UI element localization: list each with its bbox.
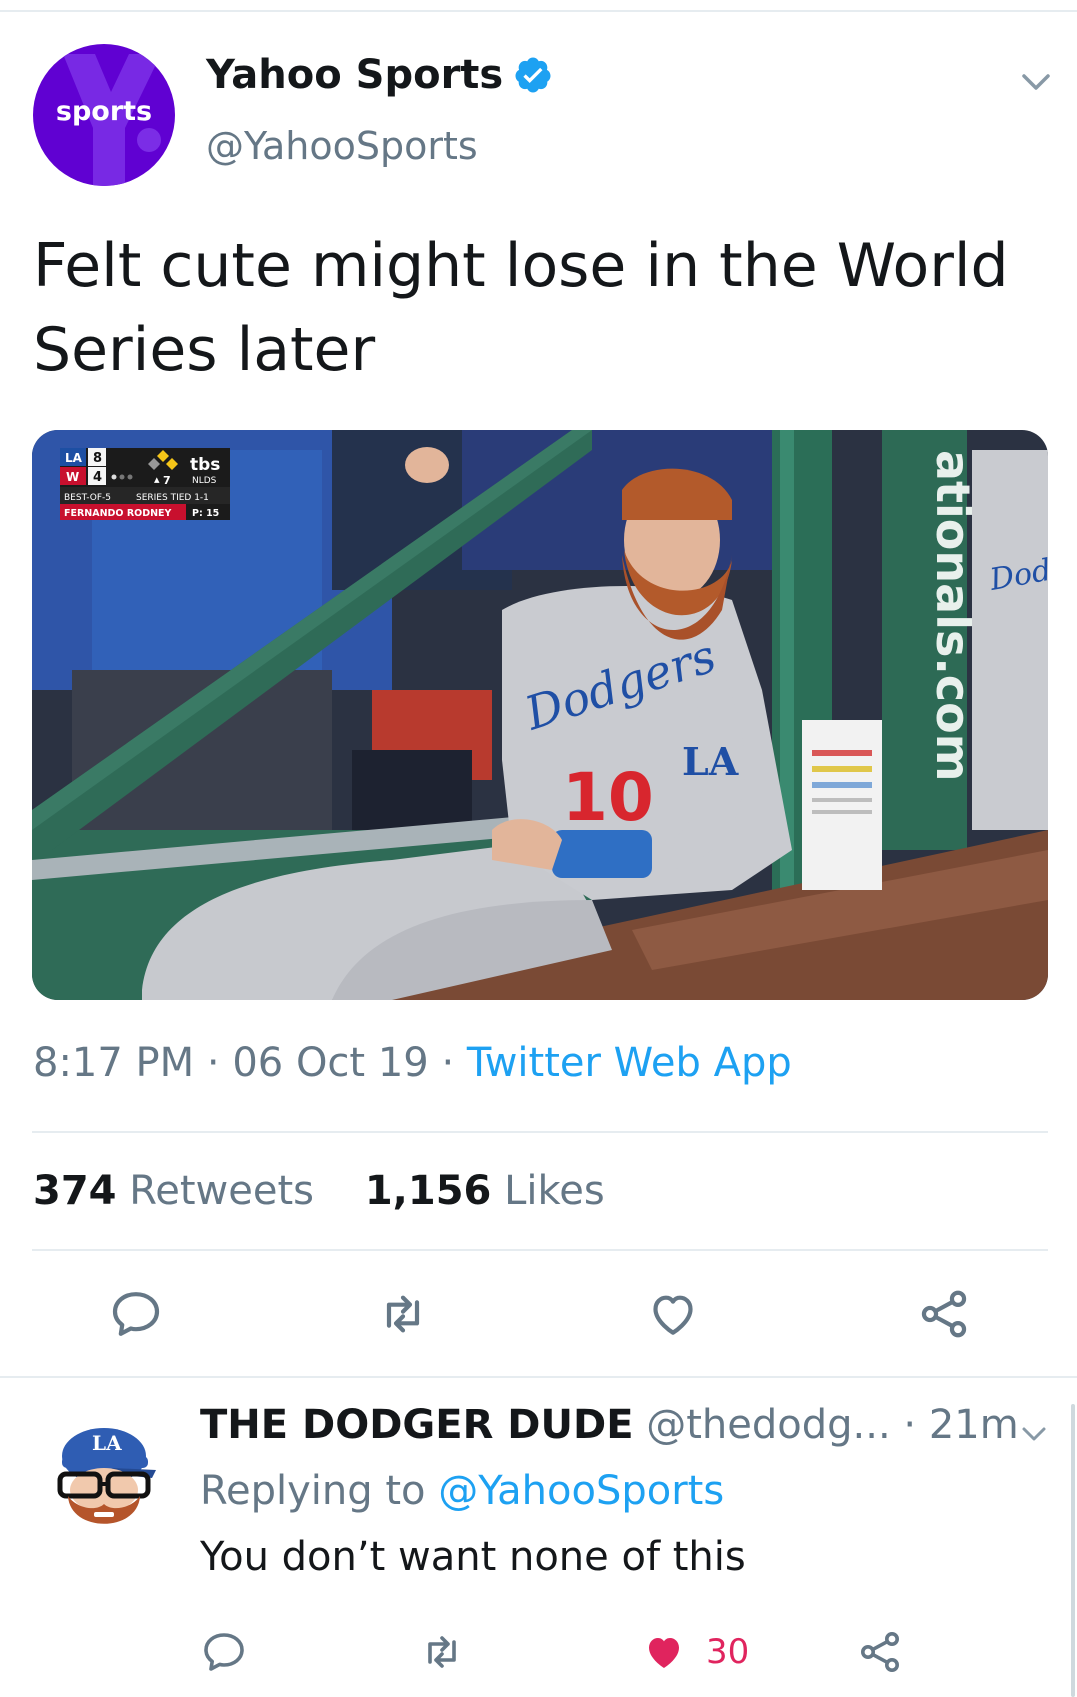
share-icon[interactable]	[916, 1286, 972, 1342]
divider	[32, 1131, 1048, 1133]
chevron-down-icon[interactable]	[1018, 1422, 1050, 1446]
replying-to-prefix: Replying to	[200, 1468, 426, 1514]
retweets-stat[interactable]: 374 Retweets	[33, 1168, 314, 1214]
tweet-stats-row: 374 Retweets 1,156 Likes	[33, 1168, 605, 1214]
sleeve-logo: LA	[682, 739, 739, 784]
liked-heart-icon[interactable]	[640, 1628, 688, 1676]
scorebug-round: NLDS	[192, 476, 217, 486]
retweets-count: 374	[33, 1168, 117, 1214]
scorebug-team1: LA	[65, 451, 83, 465]
dugout-photo: ationals.com Dodgers Dodgers 10 LA LA W …	[32, 430, 1048, 1000]
meta-separator: ·	[206, 1040, 220, 1086]
tv-scorebug: LA W 8 4 ▴ 7 tbs NLDS BEST-OF-5 SERIES T…	[60, 448, 230, 520]
reply-display-name[interactable]: THE DODGER DUDE	[200, 1402, 634, 1448]
scorebug-pitcher: FERNANDO RODNEY	[64, 508, 172, 519]
share-icon[interactable]	[856, 1628, 904, 1676]
tweet-text: Felt cute might lose in the World Series…	[33, 231, 1009, 385]
verified-badge-icon	[515, 57, 551, 93]
retweet-icon[interactable]	[375, 1286, 431, 1342]
tweet-time[interactable]: 8:17 PM	[33, 1040, 194, 1086]
retweets-label: Retweets	[129, 1168, 314, 1214]
tweet-timestamp-row: 8:17 PM · 06 Oct 19 · Twitter Web App	[33, 1040, 792, 1086]
scorebug-team2: W	[66, 470, 79, 484]
reply-text: You don’t want none of this	[200, 1534, 746, 1580]
reply-header: THE DODGER DUDE @thedodg... · 21m	[200, 1402, 1019, 1448]
reply-like-count: 30	[706, 1632, 750, 1672]
likes-label: Likes	[504, 1168, 605, 1214]
chevron-down-icon[interactable]	[1018, 68, 1054, 96]
jersey-number: 10	[562, 759, 654, 836]
scorebug-series-format: BEST-OF-5	[64, 493, 111, 503]
wall-text: ationals.com	[926, 450, 980, 782]
reply-icon[interactable]	[108, 1286, 164, 1342]
scrollbar[interactable]	[1071, 1404, 1075, 1697]
author-name-row[interactable]: Yahoo Sports	[206, 52, 553, 98]
scorebug-score1: 8	[93, 451, 102, 466]
replying-to-handle[interactable]: @YahooSports	[438, 1468, 724, 1514]
likes-stat[interactable]: 1,156 Likes	[365, 1168, 605, 1214]
meta-separator: ·	[441, 1040, 455, 1086]
tweet-source-link[interactable]: Twitter Web App	[467, 1040, 792, 1086]
retweet-icon[interactable]	[418, 1628, 466, 1676]
author-display-name[interactable]: Yahoo Sports	[206, 52, 503, 98]
replying-to-line: Replying to @YahooSports	[200, 1468, 724, 1514]
divider	[0, 1376, 1077, 1378]
avatar-label: sports	[55, 96, 153, 127]
reply-icon[interactable]	[200, 1628, 248, 1676]
author-handle[interactable]: @YahooSports	[206, 124, 478, 168]
top-divider	[0, 10, 1077, 12]
tweet-media-photo[interactable]: ationals.com Dodgers Dodgers 10 LA LA W …	[32, 430, 1048, 1000]
scorebug-score2: 4	[93, 470, 102, 485]
scorebug-pitch-count: P: 15	[192, 508, 219, 519]
scorebug-inning: 7	[163, 474, 171, 487]
scorebug-network: tbs	[190, 455, 220, 475]
tweet-date[interactable]: 06 Oct 19	[232, 1040, 428, 1086]
yahoo-sports-avatar[interactable]: sports	[33, 44, 175, 186]
like-heart-icon[interactable]	[645, 1286, 701, 1342]
divider	[32, 1249, 1048, 1251]
reply-handle[interactable]: @thedodg...	[646, 1402, 890, 1448]
likes-count: 1,156	[364, 1168, 492, 1214]
dodger-dude-avatar[interactable]: LA	[52, 1408, 162, 1548]
reply-timestamp[interactable]: · 21m	[903, 1402, 1018, 1448]
svg-text:▴: ▴	[154, 473, 160, 486]
scorebug-series-status: SERIES TIED 1-1	[136, 493, 209, 503]
svg-text:LA: LA	[92, 1431, 122, 1455]
